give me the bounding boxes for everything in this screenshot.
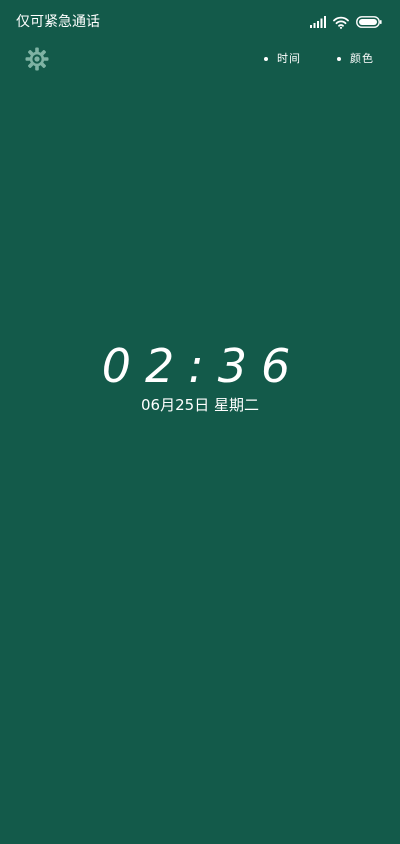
settings-button[interactable] <box>24 46 50 72</box>
top-menu: 时间 颜色 <box>264 51 374 67</box>
status-icons <box>310 14 382 30</box>
bullet-icon <box>264 57 268 61</box>
clock-date: 06月25日 星期二 <box>141 396 259 414</box>
menu-item-color[interactable]: 颜色 <box>337 51 374 67</box>
signal-icon <box>310 16 326 28</box>
menu-item-time[interactable]: 时间 <box>264 51 301 67</box>
bullet-icon <box>337 57 341 61</box>
status-bar: 仅可紧急通话 <box>0 0 400 44</box>
gear-icon <box>25 47 49 71</box>
wifi-icon <box>333 16 349 29</box>
battery-icon <box>356 16 382 28</box>
menu-item-time-label: 时间 <box>277 52 301 65</box>
clock-time: 02:36 <box>101 339 305 393</box>
menu-item-color-label: 颜色 <box>350 52 374 65</box>
carrier-status-text: 仅可紧急通话 <box>16 14 100 30</box>
